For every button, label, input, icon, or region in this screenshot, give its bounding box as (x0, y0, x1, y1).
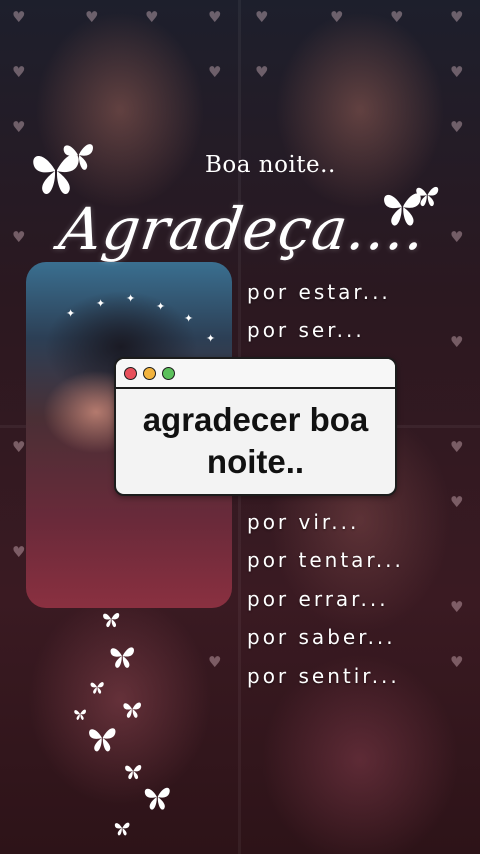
butterfly-icon (416, 186, 439, 207)
minimize-icon[interactable] (143, 366, 156, 380)
sparkle-icon: ✦ (184, 312, 194, 325)
reason-item: por ser... (247, 318, 365, 342)
window-titlebar (116, 359, 395, 389)
butterfly-icon (89, 728, 116, 752)
butterfly-icon (125, 765, 142, 780)
reason-item: por saber... (247, 625, 396, 649)
sparkle-icon: ✦ (96, 297, 106, 310)
greeting-text: Boa noite.. (205, 152, 336, 178)
reason-item: por errar... (247, 587, 389, 611)
butterfly-icon (114, 822, 130, 836)
reason-item: por estar... (247, 280, 391, 304)
butterfly-icon (110, 647, 134, 668)
headline-text: Agradeça.... (55, 195, 431, 263)
search-query-text: agradecer boa noite.. (142, 400, 369, 480)
butterfly-icon (90, 682, 104, 694)
butterfly-icon (123, 702, 141, 718)
reason-item: por tentar... (247, 548, 404, 572)
sparkle-icon: ✦ (206, 332, 216, 345)
sparkle-icon: ✦ (66, 307, 76, 320)
butterfly-icon (63, 144, 93, 170)
close-icon[interactable] (124, 366, 137, 380)
search-window: agradecer boa noite.. (114, 357, 397, 496)
butterfly-icon (103, 613, 120, 628)
butterfly-icon (144, 787, 170, 810)
reason-item: por vir... (247, 510, 360, 534)
maximize-icon[interactable] (162, 366, 175, 380)
reason-item: por sentir... (247, 664, 400, 688)
sparkle-icon: ✦ (126, 292, 136, 305)
sparkle-icon: ✦ (156, 300, 166, 313)
